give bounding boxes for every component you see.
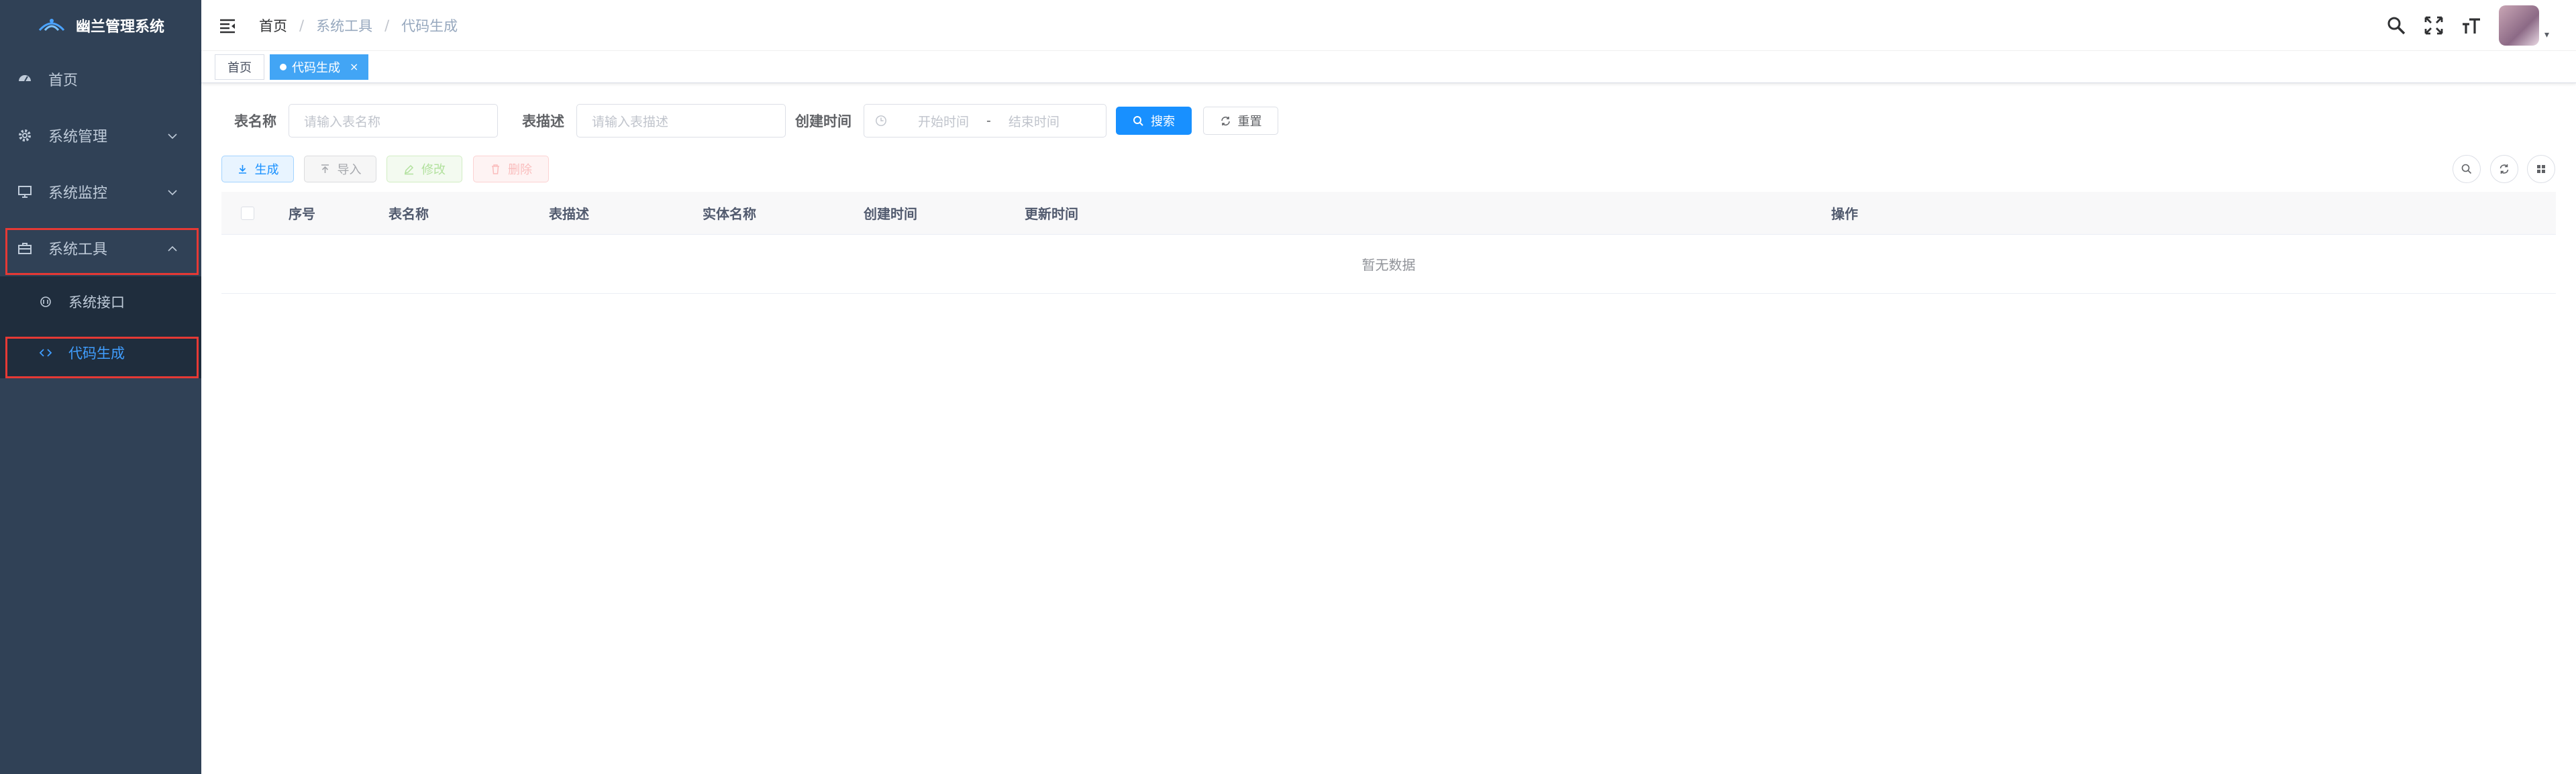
search-button[interactable]: 搜索 [1116,107,1192,135]
data-table: 序号 表名称 表描述 实体名称 创建时间 更新时间 操作 暂无数据 [221,192,2556,294]
search-icon [2461,164,2472,174]
column-header: 更新时间 [1025,206,1078,222]
reset-button[interactable]: 重置 [1203,107,1278,135]
upload-icon [321,164,329,173]
clock-icon [876,115,886,126]
search-icon [1133,115,1143,126]
end-time-input[interactable]: 结束时间 [1009,112,1060,130]
breadcrumb-system-tools: 系统工具 [316,17,373,34]
download-icon [238,164,246,174]
edit-button-label: 修改 [421,163,446,177]
caret-down-icon[interactable]: ▾ [2544,30,2549,40]
delete-button[interactable]: 删除 [473,156,549,182]
table-desc-label: 表描述 [522,113,564,129]
search-icon[interactable] [2386,15,2406,36]
breadcrumb-home[interactable]: 首页 [259,15,287,36]
sidebar-item-label: 系统接口 [68,294,125,311]
api-icon [39,295,52,309]
column-header: 表描述 [549,206,589,222]
generate-button-label: 生成 [254,163,279,177]
sidebar-item-home[interactable]: 首页 [0,51,201,107]
gear-icon [17,128,32,143]
sidebar: 幽兰管理系统 首页 系统管理 系统监控 系统工具 系统接口 代码生成 [0,0,201,774]
reset-button-label: 重置 [1237,115,1262,129]
refresh-icon [2500,164,2509,174]
column-header: 表名称 [389,206,429,222]
date-range-picker[interactable]: 开始时间 - 结束时间 [864,104,1106,137]
edit-button[interactable]: 修改 [387,156,462,182]
import-button[interactable]: 导入 [304,156,376,182]
fullscreen-icon[interactable] [2424,15,2444,36]
grid-icon [2537,165,2545,173]
select-all-checkbox[interactable] [241,207,254,220]
tag-home[interactable]: 首页 [215,54,264,80]
dashboard-icon [17,72,32,87]
active-dot-icon [280,63,287,70]
navbar: 首页 / 系统工具 / 代码生成 ▾ [201,0,2576,51]
column-header: 实体名称 [703,206,756,222]
hamburger-icon[interactable] [219,17,236,34]
sidebar-item-system-monitor[interactable]: 系统监控 [0,164,201,220]
generate-button[interactable]: 生成 [221,156,294,182]
highlight-box [5,228,199,275]
delete-button-label: 删除 [508,163,532,177]
edit-icon [404,164,414,174]
highlight-box [5,337,199,378]
empty-text: 暂无数据 [221,235,2556,294]
breadcrumb: 首页 / 系统工具 / 代码生成 [259,15,458,36]
logo-icon [38,19,65,32]
create-time-label: 创建时间 [795,113,852,129]
sidebar-item-system-management[interactable]: 系统管理 [0,107,201,164]
refresh-button[interactable] [2490,155,2518,183]
tag-label: 首页 [227,60,252,75]
breadcrumb-separator: / [384,17,390,34]
right-menu: ▾ [2386,0,2549,51]
delete-icon [492,164,499,174]
table-name-input[interactable]: 请输入表名称 [289,104,498,137]
font-size-icon[interactable] [2461,15,2481,36]
avatar[interactable] [2498,5,2539,46]
form-item-create-time: 创建时间 开始时间 - 结束时间 [795,104,1106,137]
close-icon[interactable]: × [350,60,358,73]
chevron-down-icon [166,186,178,198]
form-item-table-name: 表名称 请输入表名称 [234,104,498,137]
sidebar-item-label: 首页 [48,72,79,89]
table-name-label: 表名称 [234,113,276,129]
sidebar-item-label: 系统管理 [48,129,108,146]
toggle-search-button[interactable] [2453,155,2481,183]
column-header: 创建时间 [864,206,917,222]
search-button-label: 搜索 [1151,115,1175,129]
start-time-input[interactable]: 开始时间 [918,112,969,130]
tag-code-gen[interactable]: 代码生成 × [270,54,369,80]
import-button-label: 导入 [337,163,362,177]
column-header: 操作 [1831,206,1858,222]
refresh-icon [1221,116,1230,125]
form-item-table-desc: 表描述 请输入表描述 [522,104,786,137]
range-separator: - [986,113,991,128]
breadcrumb-separator: / [299,17,305,34]
columns-button[interactable] [2527,155,2555,183]
breadcrumb-code-gen: 代码生成 [401,17,458,34]
sidebar-item-label: 系统监控 [48,185,108,202]
monitor-icon [17,184,32,199]
table-desc-input[interactable]: 请输入表描述 [576,104,786,137]
sidebar-item-system-api[interactable]: 系统接口 [0,276,201,327]
table-header: 序号 表名称 表描述 实体名称 创建时间 更新时间 操作 [221,192,2556,235]
tags-view: 首页 代码生成 × [201,51,2576,83]
logo[interactable]: 幽兰管理系统 [0,0,201,51]
column-header: 序号 [289,206,315,222]
tag-label: 代码生成 [292,60,340,75]
chevron-down-icon [166,129,178,142]
logo-title: 幽兰管理系统 [75,19,164,36]
